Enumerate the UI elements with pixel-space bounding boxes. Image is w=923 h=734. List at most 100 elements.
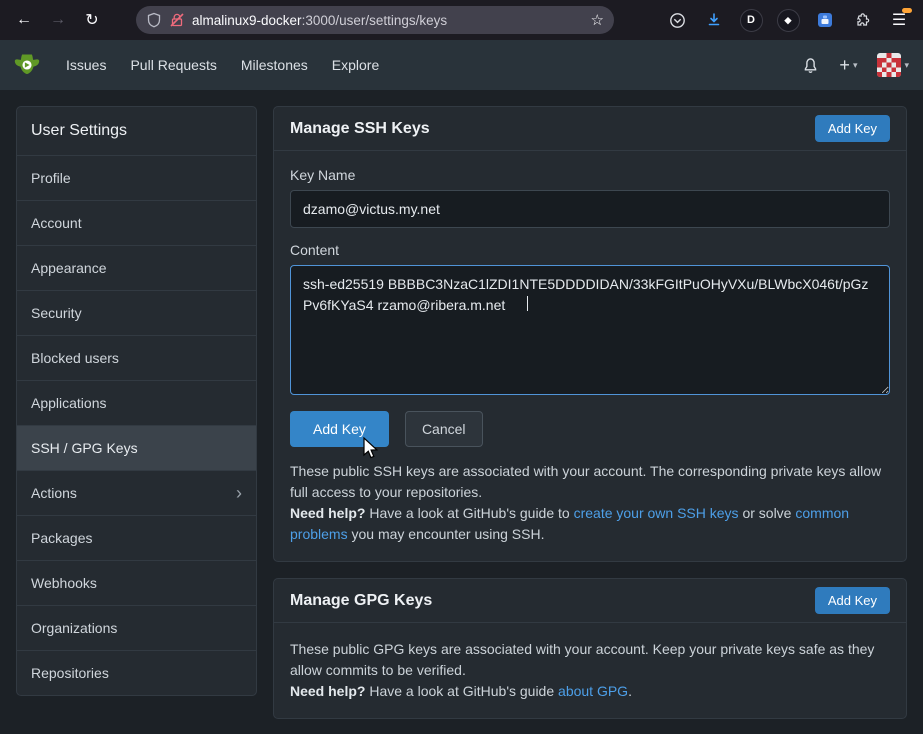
manage-gpg-keys-card: Manage GPG Keys Add Key These public GPG…: [273, 578, 907, 719]
key-name-input[interactable]: [290, 190, 890, 228]
screen: ← → ↻ almalinux9-docker:3000/user/settin…: [0, 0, 923, 734]
caret-down-icon: ▾: [853, 60, 858, 71]
settings-sidebar: User Settings Profile Account Appearance…: [16, 106, 257, 696]
sidebar-item-applications[interactable]: Applications: [17, 380, 256, 425]
menu-icon[interactable]: ☰: [883, 4, 915, 36]
sidebar-item-ssh-gpg-keys[interactable]: SSH / GPG Keys: [17, 425, 256, 470]
sidebar-item-label: Webhooks: [31, 575, 97, 591]
nav-explore[interactable]: Explore: [320, 40, 391, 90]
ssh-help-text-2: Need help? Have a look at GitHub's guide…: [290, 503, 890, 545]
url-path: :3000/user/settings/keys: [302, 13, 448, 28]
navbar-right: + ▾ ▾: [802, 53, 909, 77]
shield-icon[interactable]: [146, 12, 162, 28]
sidebar-item-security[interactable]: Security: [17, 290, 256, 335]
text-caret: [527, 296, 528, 311]
sidebar-item-profile[interactable]: Profile: [17, 155, 256, 200]
gpg-help-text-1: These public GPG keys are associated wit…: [290, 639, 890, 681]
nav-milestones[interactable]: Milestones: [229, 40, 320, 90]
avatar: [877, 53, 901, 77]
nav-issues[interactable]: Issues: [54, 40, 118, 90]
sidebar-item-actions[interactable]: Actions ›: [17, 470, 256, 515]
content-textarea-wrap: ssh-ed25519 BBBBC3NzaC1lZDI1NTE5DDDDIDAN…: [290, 265, 890, 395]
user-menu[interactable]: ▾: [877, 53, 909, 77]
extension-diamond-badge: ◆: [777, 9, 800, 32]
url-bar[interactable]: almalinux9-docker:3000/user/settings/key…: [136, 6, 614, 34]
sidebar-item-webhooks[interactable]: Webhooks: [17, 560, 256, 605]
download-icon[interactable]: [698, 4, 730, 36]
caret-down-icon: ▾: [904, 60, 909, 71]
sidebar-item-label: Account: [31, 215, 82, 231]
create-new-button[interactable]: + ▾: [839, 55, 857, 76]
content-textarea[interactable]: ssh-ed25519 BBBBC3NzaC1lZDI1NTE5DDDDIDAN…: [290, 265, 890, 395]
sidebar-item-label: Actions: [31, 485, 77, 501]
plus-icon: +: [839, 55, 850, 76]
sidebar-item-packages[interactable]: Packages: [17, 515, 256, 560]
need-help-label: Need help?: [290, 505, 365, 521]
extension-diamond-icon[interactable]: ◆: [772, 4, 804, 36]
bookmark-star-icon[interactable]: ☆: [591, 11, 604, 29]
ssh-help-text-1: These public SSH keys are associated wit…: [290, 461, 890, 503]
gpg-help-segment: Have a look at GitHub's guide: [365, 683, 558, 699]
notifications-bell-icon[interactable]: [802, 57, 819, 74]
form-actions: Add Key Cancel: [290, 411, 890, 447]
url-text: almalinux9-docker:3000/user/settings/key…: [192, 13, 584, 28]
gitea-navbar: Issues Pull Requests Milestones Explore …: [0, 40, 923, 90]
sidebar-item-label: Organizations: [31, 620, 117, 636]
sidebar-title: User Settings: [17, 107, 256, 155]
pocket-icon[interactable]: [661, 4, 693, 36]
sidebar-item-organizations[interactable]: Organizations: [17, 605, 256, 650]
add-key-submit-button[interactable]: Add Key: [290, 411, 389, 447]
sidebar-item-account[interactable]: Account: [17, 200, 256, 245]
sidebar-item-label: Packages: [31, 530, 92, 546]
extensions-puzzle-icon[interactable]: [846, 4, 878, 36]
key-name-field: Key Name: [290, 167, 890, 228]
chevron-right-icon: ›: [236, 484, 242, 502]
gpg-help-text-2: Need help? Have a look at GitHub's guide…: [290, 681, 890, 702]
forward-icon[interactable]: →: [42, 4, 74, 36]
menu-notification-badge: [902, 8, 912, 13]
extension-d-badge: D: [740, 9, 763, 32]
settings-main: Manage SSH Keys Add Key Key Name Content…: [273, 106, 907, 719]
ssh-help-segment: or solve: [739, 505, 796, 521]
browser-toolbar: ← → ↻ almalinux9-docker:3000/user/settin…: [0, 0, 923, 40]
sidebar-item-blocked-users[interactable]: Blocked users: [17, 335, 256, 380]
nav-pull-requests[interactable]: Pull Requests: [118, 40, 228, 90]
refresh-icon[interactable]: ↻: [76, 4, 108, 36]
need-help-label: Need help?: [290, 683, 365, 699]
cancel-button[interactable]: Cancel: [405, 411, 483, 447]
gpg-card-title: Manage GPG Keys: [290, 592, 432, 610]
sidebar-item-label: SSH / GPG Keys: [31, 440, 138, 456]
ssh-card-body: Key Name Content ssh-ed25519 BBBBC3NzaC1…: [274, 151, 906, 561]
gpg-help-segment: .: [628, 683, 632, 699]
extension-d-icon[interactable]: D: [735, 4, 767, 36]
sidebar-item-label: Profile: [31, 170, 71, 186]
ssh-add-key-toggle-button[interactable]: Add Key: [815, 115, 890, 142]
ssh-help-segment: Have a look at GitHub's guide to: [365, 505, 573, 521]
page-content: User Settings Profile Account Appearance…: [0, 90, 923, 734]
gitea-logo[interactable]: [14, 52, 40, 78]
toolbar-extensions: D ◆ ☰: [661, 4, 915, 36]
ssh-card-header: Manage SSH Keys Add Key: [274, 107, 906, 151]
url-host: almalinux9-docker: [192, 13, 302, 28]
ssh-help-segment: you may encounter using SSH.: [348, 526, 545, 542]
about-gpg-link[interactable]: about GPG: [558, 683, 628, 699]
sidebar-item-label: Repositories: [31, 665, 109, 681]
content-field: Content ssh-ed25519 BBBBC3NzaC1lZDI1NTE5…: [290, 242, 890, 395]
content-label: Content: [290, 242, 890, 258]
gpg-card-header: Manage GPG Keys Add Key: [274, 579, 906, 623]
back-icon[interactable]: ←: [8, 4, 40, 36]
extension-blue-icon[interactable]: [809, 4, 841, 36]
key-name-label: Key Name: [290, 167, 890, 183]
gpg-add-key-toggle-button[interactable]: Add Key: [815, 587, 890, 614]
insecure-lock-icon[interactable]: [169, 12, 185, 28]
sidebar-item-repositories[interactable]: Repositories: [17, 650, 256, 695]
sidebar-item-label: Appearance: [31, 260, 107, 276]
hamburger-glyph: ☰: [892, 10, 906, 30]
gpg-card-body: These public GPG keys are associated wit…: [274, 623, 906, 718]
sidebar-item-label: Applications: [31, 395, 107, 411]
create-ssh-keys-link[interactable]: create your own SSH keys: [574, 505, 739, 521]
ssh-card-title: Manage SSH Keys: [290, 120, 430, 138]
manage-ssh-keys-card: Manage SSH Keys Add Key Key Name Content…: [273, 106, 907, 562]
sidebar-item-appearance[interactable]: Appearance: [17, 245, 256, 290]
sidebar-item-label: Blocked users: [31, 350, 119, 366]
